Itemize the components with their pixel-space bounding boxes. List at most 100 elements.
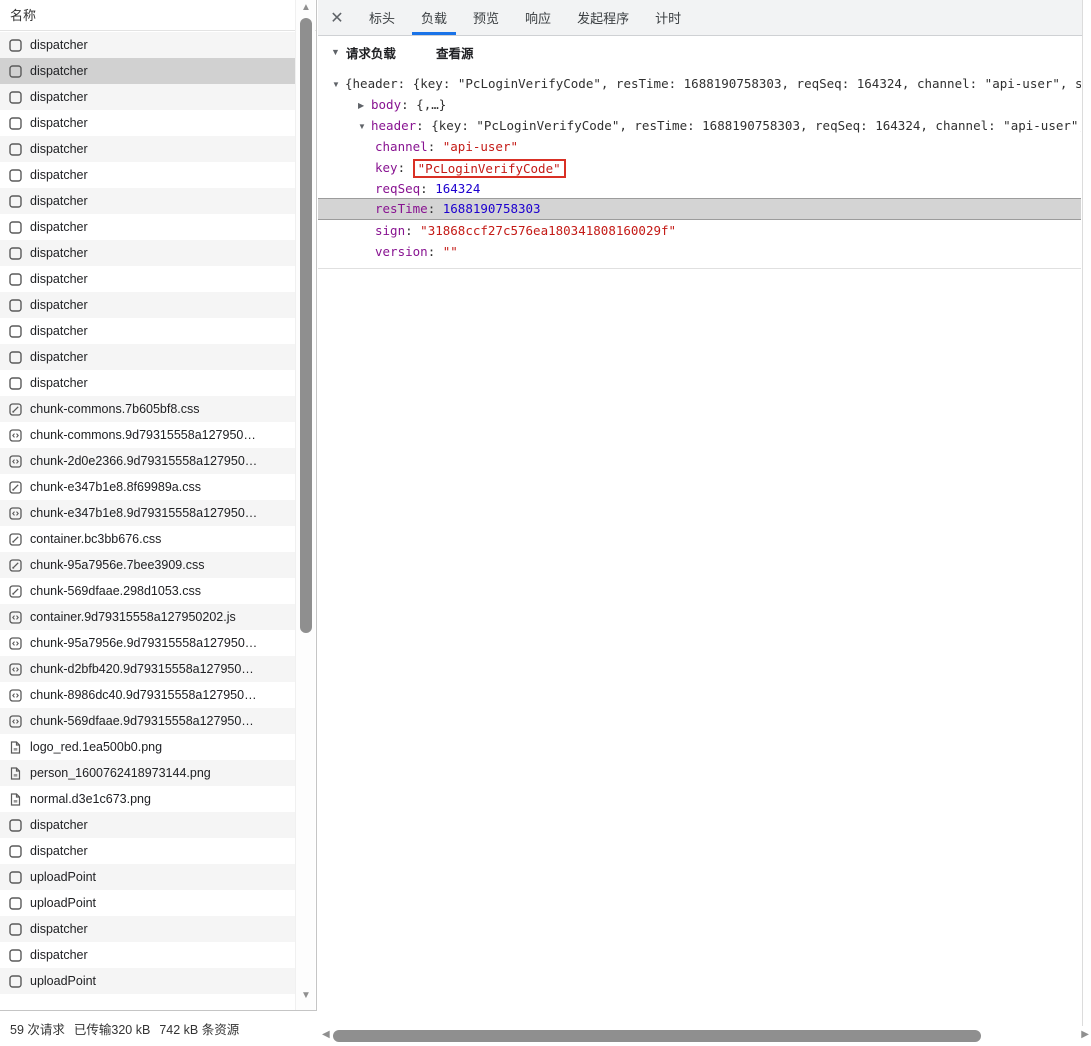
name-column-header[interactable]: 名称 — [0, 0, 316, 31]
request-name: chunk-8986dc40.9d79315558a127950… — [30, 688, 257, 702]
payload-toolbar: ▼ 请求负载 查看源 — [318, 36, 1091, 68]
tab-4[interactable]: 发起程序 — [567, 0, 639, 35]
payload-json-tree: ▼{header: {key: "PcLoginVerifyCode", res… — [318, 68, 1081, 269]
request-name: dispatcher — [30, 272, 88, 286]
request-name: uploadPoint — [30, 870, 96, 884]
tree-row-channel[interactable]: channel"api-user" — [318, 136, 1081, 157]
request-name: dispatcher — [30, 922, 88, 936]
list-item[interactable]: dispatcher — [0, 162, 296, 188]
scroll-right-icon[interactable]: ▶ — [1081, 1029, 1089, 1040]
property-name: reqSeq — [375, 181, 435, 196]
tree-row-header[interactable]: ▼header{key: "PcLoginVerifyCode", resTim… — [318, 115, 1081, 136]
request-name: dispatcher — [30, 90, 88, 104]
list-item[interactable]: person_1600762418973144.png — [0, 760, 296, 786]
list-item[interactable]: logo_red.1ea500b0.png — [0, 734, 296, 760]
list-item[interactable]: dispatcher — [0, 370, 296, 396]
list-item[interactable]: dispatcher — [0, 344, 296, 370]
request-name: chunk-569dfaae.9d79315558a127950… — [30, 714, 254, 728]
list-item[interactable]: dispatcher — [0, 188, 296, 214]
property-name: sign — [375, 223, 420, 238]
fetch-request-icon — [8, 870, 22, 884]
list-item[interactable]: dispatcher — [0, 214, 296, 240]
request-name: uploadPoint — [30, 896, 96, 910]
list-item[interactable]: chunk-569dfaae.9d79315558a127950… — [0, 708, 296, 734]
request-name: normal.d3e1c673.png — [30, 792, 151, 806]
request-name: chunk-e347b1e8.8f69989a.css — [30, 480, 201, 494]
list-item[interactable]: chunk-d2bfb420.9d79315558a127950… — [0, 656, 296, 682]
list-item[interactable]: chunk-95a7956e.7bee3909.css — [0, 552, 296, 578]
list-item[interactable]: chunk-commons.7b605bf8.css — [0, 396, 296, 422]
tree-row-sign[interactable]: sign"31868ccf27c576ea180341808160029f" — [318, 220, 1081, 241]
chevron-down-icon[interactable]: ▼ — [332, 74, 345, 94]
list-item[interactable]: dispatcher — [0, 110, 296, 136]
fetch-request-icon — [8, 818, 22, 832]
sidebar-vertical-scrollbar[interactable]: ▲ ▼ — [295, 0, 315, 1010]
scroll-left-icon[interactable]: ◀ — [322, 1029, 330, 1040]
list-item[interactable]: uploadPoint — [0, 864, 296, 890]
property-value: "api-user" — [443, 139, 518, 154]
tree-row-reqSeq[interactable]: reqSeq164324 — [318, 178, 1081, 199]
tree-row-key[interactable]: key "PcLoginVerifyCode" — [318, 157, 1081, 178]
tab-5[interactable]: 计时 — [645, 0, 691, 35]
detail-horizontal-scrollbar[interactable]: ◀ ▶ — [318, 1026, 1091, 1046]
vertical-scrollbar-thumb[interactable] — [300, 18, 312, 633]
root-preview: {header: {key: "PcLoginVerifyCode", resT… — [345, 76, 1081, 91]
list-item[interactable]: dispatcher — [0, 240, 296, 266]
tree-row-body[interactable]: ▶body{,…} — [318, 94, 1081, 115]
list-item[interactable]: dispatcher — [0, 136, 296, 162]
chevron-down-icon[interactable]: ▼ — [358, 116, 371, 136]
request-name: dispatcher — [30, 298, 88, 312]
request-payload-section-label[interactable]: 请求负载 — [346, 43, 396, 62]
list-item[interactable]: dispatcher — [0, 942, 296, 968]
list-item[interactable]: dispatcher — [0, 266, 296, 292]
list-item[interactable]: chunk-569dfaae.298d1053.css — [0, 578, 296, 604]
tab-2[interactable]: 预览 — [463, 0, 509, 35]
detail-vertical-scrollbar-gutter[interactable] — [1082, 0, 1091, 1046]
fetch-request-icon — [8, 90, 22, 104]
list-item[interactable]: dispatcher — [0, 812, 296, 838]
tab-0[interactable]: 标头 — [359, 0, 405, 35]
tree-row-version[interactable]: version"" — [318, 241, 1081, 262]
list-item[interactable]: uploadPoint — [0, 890, 296, 916]
property-name: key — [375, 160, 413, 175]
tab-1[interactable]: 负载 — [411, 0, 457, 35]
list-item[interactable]: chunk-e347b1e8.9d79315558a127950… — [0, 500, 296, 526]
fetch-request-icon — [8, 38, 22, 52]
request-name: dispatcher — [30, 64, 88, 78]
list-item[interactable]: chunk-2d0e2366.9d79315558a127950… — [0, 448, 296, 474]
js-file-icon — [8, 688, 22, 702]
list-item[interactable]: chunk-8986dc40.9d79315558a127950… — [0, 682, 296, 708]
css-file-icon — [8, 558, 22, 572]
list-item[interactable]: dispatcher — [0, 58, 296, 84]
list-item[interactable]: container.bc3bb676.css — [0, 526, 296, 552]
css-file-icon — [8, 532, 22, 546]
scroll-up-icon[interactable]: ▲ — [296, 2, 316, 14]
request-name: chunk-569dfaae.298d1053.css — [30, 584, 201, 598]
horizontal-scrollbar-thumb[interactable] — [333, 1030, 981, 1042]
list-item[interactable]: dispatcher — [0, 292, 296, 318]
scroll-down-icon[interactable]: ▼ — [296, 990, 316, 1002]
list-item[interactable]: dispatcher — [0, 84, 296, 110]
tree-row-root[interactable]: ▼{header: {key: "PcLoginVerifyCode", res… — [318, 73, 1081, 94]
fetch-request-icon — [8, 220, 22, 234]
list-item[interactable]: uploadPoint — [0, 968, 296, 994]
chevron-right-icon[interactable]: ▶ — [358, 95, 371, 115]
image-file-icon — [8, 792, 22, 806]
js-file-icon — [8, 506, 22, 520]
list-item[interactable]: dispatcher — [0, 32, 296, 58]
view-source-button[interactable]: 查看源 — [436, 43, 474, 62]
property-value: "PcLoginVerifyCode" — [418, 161, 561, 176]
list-item[interactable]: dispatcher — [0, 318, 296, 344]
tab-3[interactable]: 响应 — [515, 0, 561, 35]
close-icon[interactable]: ✕ — [318, 0, 356, 35]
section-collapse-icon[interactable]: ▼ — [331, 47, 340, 57]
list-item[interactable]: chunk-95a7956e.9d79315558a127950… — [0, 630, 296, 656]
list-item[interactable]: dispatcher — [0, 838, 296, 864]
list-item[interactable]: chunk-e347b1e8.8f69989a.css — [0, 474, 296, 500]
request-name: person_1600762418973144.png — [30, 766, 211, 780]
tree-row-resTime[interactable]: resTime1688190758303 — [318, 198, 1081, 220]
list-item[interactable]: container.9d79315558a127950202.js — [0, 604, 296, 630]
list-item[interactable]: chunk-commons.9d79315558a127950… — [0, 422, 296, 448]
list-item[interactable]: normal.d3e1c673.png — [0, 786, 296, 812]
list-item[interactable]: dispatcher — [0, 916, 296, 942]
